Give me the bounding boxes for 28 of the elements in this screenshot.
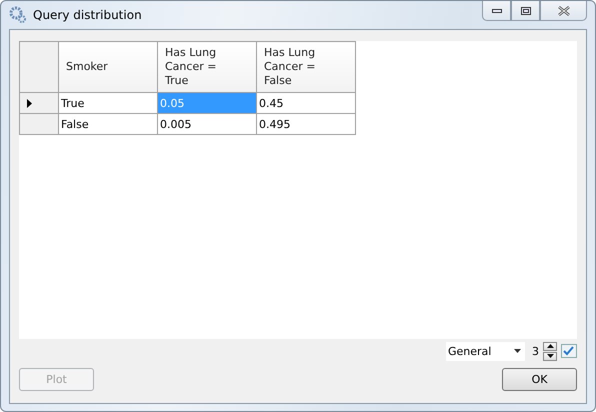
down-arrow-icon [546, 354, 554, 358]
dropdown-arrow-icon [514, 349, 521, 353]
format-dropdown[interactable]: General [446, 342, 525, 360]
column-header[interactable]: Has Lung Cancer = True [158, 42, 256, 92]
minimize-button[interactable] [482, 1, 511, 21]
close-icon [558, 6, 570, 16]
table-cell[interactable]: 0.005 [158, 114, 256, 134]
table-cell[interactable]: False [58, 114, 158, 134]
row-pointer-icon [27, 98, 32, 108]
spin-down-button[interactable] [543, 352, 557, 360]
table-cell[interactable]: True [58, 92, 158, 114]
table-cell[interactable]: 0.45 [256, 92, 356, 114]
column-header[interactable]: Smoker [58, 42, 158, 92]
column-header[interactable]: Has Lung Cancer = False [256, 42, 356, 92]
gears-icon [9, 6, 27, 24]
maximize-icon [520, 6, 530, 14]
spin-up-button[interactable] [543, 342, 557, 350]
maximize-button[interactable] [511, 1, 540, 21]
minimize-icon [492, 8, 502, 12]
checklist-icon[interactable] [561, 344, 577, 358]
table-cell[interactable]: 0.495 [256, 114, 356, 134]
window-title: Query distribution [33, 8, 143, 22]
decimals-value: 3 [532, 344, 539, 358]
close-button[interactable] [540, 1, 587, 21]
format-value: General [448, 344, 492, 358]
dialog-button[interactable]: OK [502, 368, 577, 391]
row-header[interactable] [20, 92, 58, 114]
up-arrow-icon [546, 344, 554, 348]
